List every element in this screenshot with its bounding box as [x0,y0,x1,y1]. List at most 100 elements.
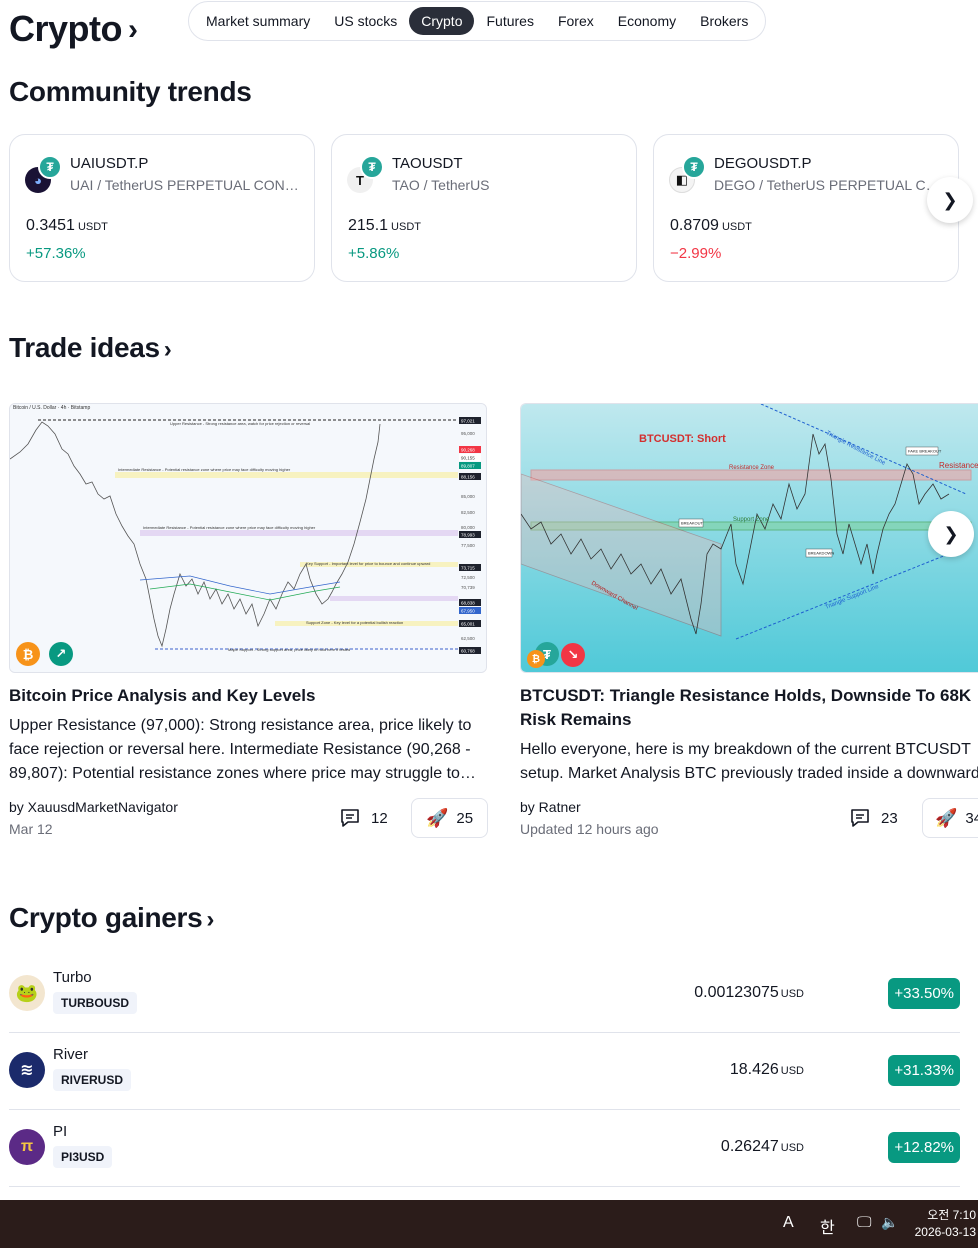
tab-forex[interactable]: Forex [546,7,606,35]
chart-price-label: 97,021 [461,419,475,424]
idea-author[interactable]: by XauusdMarketNavigator [9,799,178,815]
bitcoin-icon: ₿ [16,642,40,666]
tab-futures[interactable]: Futures [474,7,545,35]
comments-button[interactable]: 23 [849,807,898,829]
tether-icon: ₮ [38,155,62,179]
volume-icon[interactable]: 🔈 [881,1214,898,1231]
trend-change: +5.86% [348,245,400,262]
idea-card[interactable]: Bitcoin / U.S. Dollar · 4h · Bitstamp Up… [9,403,488,838]
ime-language-indicator[interactable]: A [783,1214,794,1232]
boost-button[interactable]: 🚀 34 [922,798,978,838]
chart-annotation: Resistance Zone [729,465,775,471]
trend-card[interactable]: T ₮ TAOUSDT TAO / TetherUS 215.1 USDT +5.… [331,134,637,282]
trend-card[interactable]: ◧ ₮ DEGOUSDT.P DEGO / TetherUS PERPETUAL… [653,134,959,282]
turbo-logo-icon: 🐸 [9,975,45,1011]
chart-annotation: Intermediate Resistance - Potential resi… [143,525,316,530]
trend-symbol: DEGOUSDT.P [714,155,812,172]
gainer-change-badge: +33.50% [888,978,960,1009]
tab-crypto[interactable]: Crypto [409,7,475,35]
crypto-gainers-title[interactable]: Crypto gainers › [9,902,214,934]
gainer-name: PI [53,1123,68,1140]
boosts-count: 34 [965,809,978,827]
tab-us-stocks[interactable]: US stocks [322,7,409,35]
trend-price-value: 0.3451 [26,217,75,234]
gainer-row[interactable]: ≋ River RIVERUSD 18.426 USD +31.33% [9,1033,960,1110]
rocket-icon: 🚀 [425,807,449,828]
idea-card[interactable]: BTCUSDT: Short Resistance Zone Resistanc… [520,403,978,838]
trend-price: 215.1 USDT [348,217,421,235]
gainer-ticker[interactable]: RIVERUSD [53,1069,132,1091]
market-tabs: Market summary US stocks Crypto Futures … [188,1,767,41]
chart-annotation: Major Support - Strong support area, pri… [228,647,350,652]
gainer-change-badge: +12.82% [888,1132,960,1163]
trend-price-unit: USDT [721,221,752,233]
chart-price-label: 65,001 [461,622,475,627]
gainer-row[interactable]: 🐸 Turbo TURBOUSD 0.00123075 USD +33.50% [9,956,960,1033]
idea-chart-image[interactable]: BTCUSDT: Short Resistance Zone Resistanc… [520,403,978,673]
gainer-change-badge: +31.33% [888,1055,960,1086]
tab-economy[interactable]: Economy [606,7,688,35]
gainer-ticker[interactable]: TURBOUSD [53,992,137,1014]
dego-logo-icon: ◧ ₮ [669,155,709,195]
chart-price-label: 85,000 [461,494,475,499]
tab-market-summary[interactable]: Market summary [194,7,322,35]
gainer-ticker[interactable]: PI3USD [53,1146,113,1168]
gainer-price-unit: USD [780,988,804,1000]
chart-annotation: Support Zone - Key level for a potential… [306,620,403,625]
chart-annotation: BREAKDOWN [808,551,834,556]
idea-date: Mar 12 [9,821,53,837]
gainer-row[interactable]: π PI PI3USD 0.26247 USD +12.82% [9,1110,960,1187]
idea-title[interactable]: Bitcoin Price Analysis and Key Levels [9,684,479,708]
comment-icon [341,809,359,827]
trends-next-button[interactable]: ❯ [927,177,973,223]
gainer-price-unit: USD [780,1065,804,1077]
comments-count: 23 [881,809,898,827]
chart-price-label: 62,500 [461,636,475,641]
chart-price-label: 82,500 [461,510,475,515]
trend-price: 0.8709 USDT [670,217,752,235]
chevron-right-icon: › [128,13,138,46]
chart-header: Bitcoin / U.S. Dollar · 4h · Bitstamp [13,405,90,411]
network-icon[interactable]: 🖵 [857,1214,871,1231]
chart-annotation: Support Zone [733,517,770,523]
chart-price-label: 95,000 [461,431,475,436]
chart-annotation: BREAKOUT [681,521,704,526]
chevron-right-icon: › [206,905,215,933]
pi-logo-icon: π [9,1129,45,1165]
idea-title[interactable]: BTCUSDT: Triangle Resistance Holds, Down… [520,684,978,732]
tether-icon: ₮ [682,155,706,179]
chart-price-label: 68,838 [461,601,475,606]
boost-button[interactable]: 🚀 25 [411,798,488,838]
chart-annotation: Key Support - Important level for price … [306,561,430,566]
trade-ideas-title-text: Trade ideas [9,332,160,363]
clock-time: 오전 7:10 [927,1208,976,1222]
idea-date: Updated 12 hours ago [520,821,659,837]
trend-price-value: 215.1 [348,217,389,234]
arrow-up-right-icon: ↗ [49,642,73,666]
ime-mode-indicator[interactable]: 한 [820,1214,835,1238]
trade-ideas-title[interactable]: Trade ideas › [9,332,172,364]
taskbar-clock[interactable]: 오전 7:10 2026-03-13 [915,1207,976,1241]
trend-change: −2.99% [670,245,722,262]
chart-price-label: 90,155 [461,456,475,461]
chart-annotation: FAKE BREAKOUT [908,449,942,454]
windows-taskbar: A 한 🖵 🔈 오전 7:10 2026-03-13 [0,1200,978,1248]
chart-annotation: Resistance [939,461,978,470]
page-title[interactable]: Crypto › [9,8,138,50]
comments-button[interactable]: 12 [339,807,388,829]
chart-annotation: Intermediate Resistance - Potential resi… [118,467,291,472]
trend-card[interactable]: ◕ ₮ UAIUSDT.P UAI / TetherUS PERPETUAL C… [9,134,315,282]
community-trends-title-text: Community trends [9,76,252,107]
idea-chart-image[interactable]: Bitcoin / U.S. Dollar · 4h · Bitstamp Up… [9,403,487,673]
gainer-price-value: 0.26247 [720,1138,779,1155]
chart-price-label: 90,268 [461,448,475,453]
page-title-text: Crypto [9,8,123,49]
gainer-price: 0.00123075 USD [694,984,804,1002]
chart-price-label: 89,807 [461,464,475,469]
tab-brokers[interactable]: Brokers [688,7,760,35]
chart-price-label: 80,000 [461,525,475,530]
gainer-name: Turbo [53,969,92,986]
idea-author[interactable]: by Ratner [520,799,581,815]
ideas-next-button[interactable]: ❯ [928,511,974,557]
chart-price-label: 67,950 [461,609,475,614]
